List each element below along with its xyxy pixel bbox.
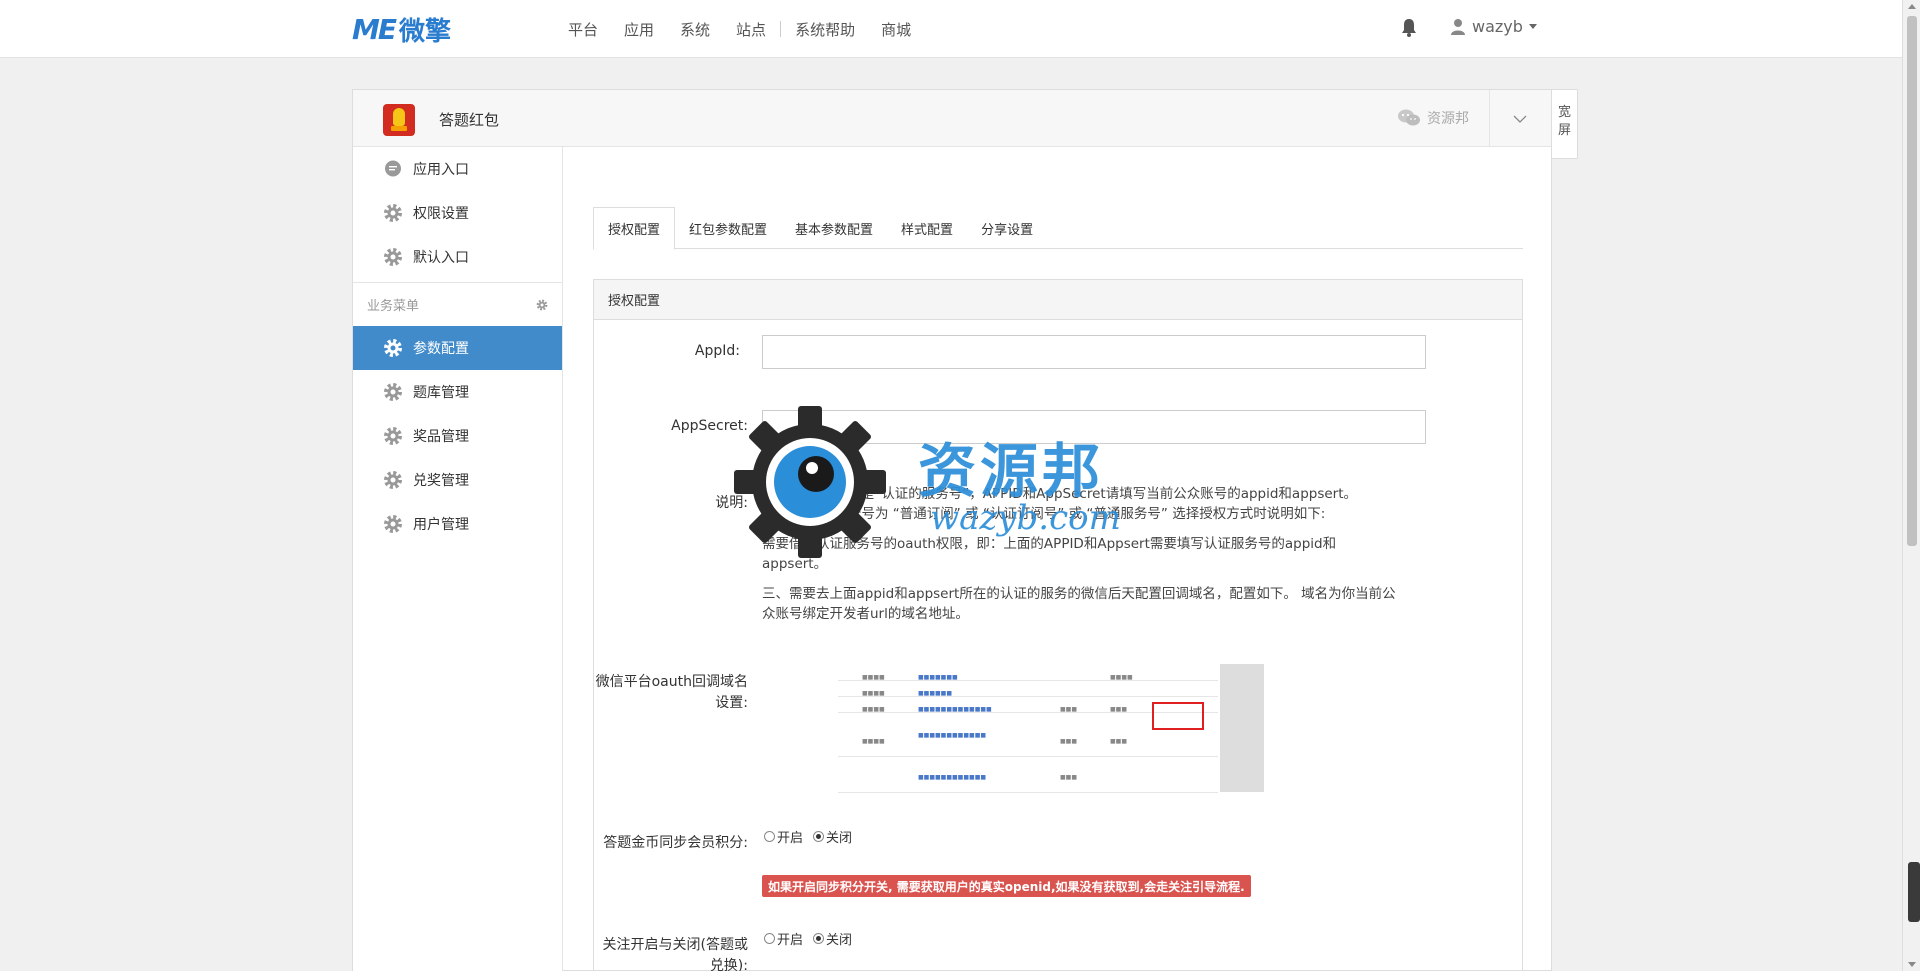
logo[interactable]: ME 微擎 xyxy=(352,12,451,47)
gear-icon xyxy=(384,248,402,266)
appsecret-label: AppSecret: xyxy=(671,418,748,434)
sidebar-item-questions[interactable]: 题库管理 xyxy=(353,370,562,414)
logo-latin: ME xyxy=(352,12,397,46)
follow-label-1: 关注开启与关闭(答题或 xyxy=(602,937,748,953)
gear-icon xyxy=(384,515,402,533)
sync-points-radio-group: 开启 关闭 xyxy=(764,827,862,846)
sidebar: 应用入口 权限设置 默认入口 业务菜单 参数配置 题库管理 奖品管理 兑奖管理 … xyxy=(353,147,563,971)
nav-divider xyxy=(780,21,782,37)
scroll-up-icon[interactable] xyxy=(1908,4,1916,9)
page-scrollbar[interactable] xyxy=(1902,0,1920,971)
gear-icon xyxy=(384,339,402,357)
sidebar-item-app-entry[interactable]: 应用入口 xyxy=(353,147,562,191)
oauth-label-2: 设置: xyxy=(715,695,748,711)
tab-auth[interactable]: 授权配置 xyxy=(593,207,676,250)
desc-line-3: 三、需要去上面appid和appsert所在的认证的服务的微信后天配置回调域名，… xyxy=(762,586,1396,602)
watermark-text: 资源邦 xyxy=(918,437,1105,505)
nav-store[interactable]: 商城 xyxy=(881,19,911,40)
scroll-down-icon[interactable] xyxy=(1908,962,1916,967)
tab-redpacket[interactable]: 红包参数配置 xyxy=(675,207,781,249)
caret-down-icon xyxy=(1528,24,1537,29)
follow-on-radio[interactable] xyxy=(764,933,775,944)
nav-platform[interactable]: 平台 xyxy=(568,19,598,40)
user-menu[interactable]: wazyb xyxy=(1450,17,1537,36)
sidebar-item-default-entry[interactable]: 默认入口 xyxy=(353,235,562,279)
chat-bubble-icon xyxy=(385,160,401,177)
auth-config-box: 授权配置 xyxy=(593,279,1523,971)
follow-radio-group: 开启 关闭 xyxy=(764,929,862,948)
watermark-logo-icon xyxy=(734,406,886,558)
oauth-label-1: 微信平台oauth回调域名 xyxy=(595,674,748,690)
wide-screen-toggle[interactable]: 宽屏 xyxy=(1552,89,1578,159)
nav-apps[interactable]: 应用 xyxy=(624,19,654,40)
sync-off-radio[interactable] xyxy=(813,831,825,842)
appid-label: AppId: xyxy=(694,343,740,359)
sync-points-label: 答题金币同步会员积分: xyxy=(603,835,748,851)
wechat-icon xyxy=(1398,109,1420,126)
sidebar-item-params[interactable]: 参数配置 xyxy=(353,326,562,370)
scrollbar-thumb[interactable] xyxy=(1907,16,1917,546)
nav-site[interactable]: 站点 xyxy=(736,19,766,40)
gear-icon xyxy=(384,427,402,445)
user-icon xyxy=(1451,18,1465,35)
logo-cn: 微擎 xyxy=(399,16,452,47)
follow-label-2: 兑换): xyxy=(709,958,748,971)
main-nav: 平台 应用 系统 站点 系统帮助 商城 xyxy=(568,0,937,58)
sidebar-item-redeem[interactable]: 兑奖管理 xyxy=(353,458,562,502)
tab-style[interactable]: 样式配置 xyxy=(887,207,967,249)
panel-header: 答题红包 资源邦 xyxy=(353,90,1551,147)
wechat-account-name: 资源邦 xyxy=(1427,111,1469,127)
app-title: 答题红包 xyxy=(439,111,500,129)
watermark-url: wazyb.com xyxy=(930,498,1121,538)
bell-icon[interactable] xyxy=(1400,18,1418,38)
follow-off-radio[interactable] xyxy=(813,933,825,944)
sidebar-group-business: 业务菜单 xyxy=(353,282,562,326)
sidebar-item-users[interactable]: 用户管理 xyxy=(353,502,562,546)
chevron-down-icon[interactable] xyxy=(1513,112,1527,126)
gear-icon[interactable] xyxy=(536,299,548,311)
top-navbar: ME 微擎 平台 应用 系统 站点 系统帮助 商城 wazyb xyxy=(0,0,1902,58)
highlight-box xyxy=(1152,702,1204,730)
gear-icon xyxy=(384,204,402,222)
sync-on-radio[interactable] xyxy=(764,831,775,842)
section-title: 授权配置 xyxy=(594,280,1522,320)
tab-basic[interactable]: 基本参数配置 xyxy=(781,207,887,249)
username: wazyb xyxy=(1472,17,1523,36)
oauth-setup-screenshot: ■■■■ ■■■■■■■ ■■■■ ■■■■■■ ■■■■ ■■■■■■■■■■… xyxy=(808,664,1264,793)
appid-input[interactable] xyxy=(762,335,1426,369)
sidebar-item-prizes[interactable]: 奖品管理 xyxy=(353,414,562,458)
tab-share[interactable]: 分享设置 xyxy=(967,207,1047,249)
nav-system[interactable]: 系统 xyxy=(680,19,710,40)
gear-icon xyxy=(384,383,402,401)
sidebar-item-permissions[interactable]: 权限设置 xyxy=(353,191,562,235)
app-icon xyxy=(383,104,415,136)
desc-line-3b: 众账号绑定开发者url的域名地址。 xyxy=(762,606,969,622)
wechat-account[interactable]: 资源邦 xyxy=(1397,108,1469,128)
gear-icon xyxy=(384,471,402,489)
floating-widget[interactable] xyxy=(1908,862,1920,922)
config-tabs: 授权配置 红包参数配置 基本参数配置 样式配置 分享设置 xyxy=(593,207,1523,250)
nav-help[interactable]: 系统帮助 xyxy=(795,19,855,40)
sync-warning-badge: 如果开启同步积分开关, 需要获取用户的真实openid,如果没有获取到,会走关注… xyxy=(762,875,1251,897)
